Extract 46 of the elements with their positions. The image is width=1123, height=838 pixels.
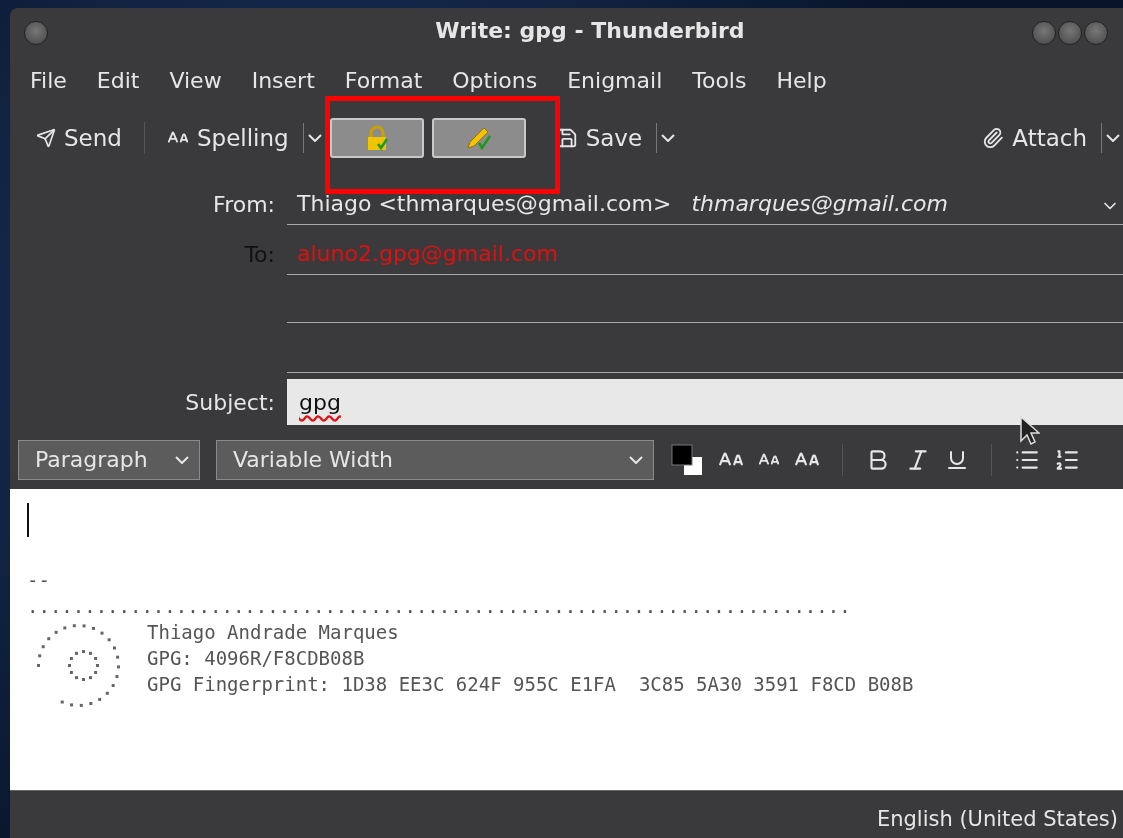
- send-button[interactable]: Send: [30, 120, 128, 155]
- menu-item[interactable]: Tools: [692, 67, 747, 93]
- language-status[interactable]: English (United States): [876, 807, 1118, 832]
- signature-line: GPG: 4096R/F8CDB08B: [147, 645, 366, 671]
- message-body[interactable]: -- ........................................................................ Thiago Andrade Marques GPG: 4096R/F8CDB08B GPG Fingerprint: 1D38 EE3C 624F 955C E1FA 3C85 5A30 3591 F8CD B08B: [10, 488, 1123, 790]
- text-color-icon[interactable]: [670, 442, 704, 477]
- spelling-dropdown-button[interactable]: [302, 122, 322, 153]
- mouse-pointer-icon: [1020, 416, 1040, 446]
- send-icon: [36, 127, 56, 148]
- attach-button[interactable]: Attach: [976, 120, 1093, 155]
- from-label: From:: [212, 192, 275, 220]
- menu-item[interactable]: Help: [776, 67, 827, 93]
- menu-item[interactable]: Enigmail: [567, 67, 663, 93]
- dropdown-chevron-icon: [661, 133, 676, 142]
- dropdown-chevron-icon: [629, 455, 643, 464]
- paperclip-icon: [982, 126, 1005, 149]
- signature-rule: ........................................................................: [27, 593, 852, 619]
- maximize-button[interactable]: [1058, 21, 1082, 45]
- text-cursor: [27, 502, 29, 537]
- attach-dropdown-button[interactable]: [1101, 122, 1120, 153]
- dropdown-chevron-icon: [1106, 133, 1120, 142]
- sign-button[interactable]: [431, 117, 526, 158]
- menu-item[interactable]: Insert: [251, 67, 315, 93]
- font-select[interactable]: Variable Width: [216, 439, 654, 480]
- spelling-button[interactable]: Spelling: [160, 120, 295, 155]
- save-button[interactable]: Save: [549, 120, 649, 155]
- menu-item[interactable]: Options: [452, 67, 538, 93]
- menu-item[interactable]: Edit: [96, 67, 140, 93]
- subject-label: Subject:: [184, 390, 275, 418]
- menu-item[interactable]: Format: [344, 67, 423, 93]
- dropdown-chevron-icon: [307, 133, 322, 142]
- subject-field[interactable]: gpg: [287, 379, 1123, 426]
- menu-item[interactable]: View: [169, 67, 222, 93]
- window-title: Write: gpg - Thunderbird: [435, 17, 745, 43]
- close-button[interactable]: [1084, 21, 1108, 45]
- encrypt-button[interactable]: [329, 117, 424, 158]
- signature-line: Thiago Andrade Marques: [147, 619, 400, 645]
- save-dropdown-button[interactable]: [656, 122, 676, 153]
- dropdown-chevron-icon: [175, 455, 189, 464]
- minimize-button[interactable]: [1032, 21, 1056, 45]
- paragraph-select[interactable]: Paragraph: [18, 439, 200, 480]
- signature-separator: --: [27, 567, 51, 593]
- from-field[interactable]: Thiago <thmarques@gmail.com> thmarques@gmail.com: [287, 183, 1123, 226]
- menu-item[interactable]: File: [30, 67, 67, 93]
- signature-line: GPG Fingerprint: 1D38 EE3C 624F 955C E1FA 3C85 5A30 3591 F8CD B08B: [147, 671, 914, 697]
- window-menu-button[interactable]: [24, 21, 48, 45]
